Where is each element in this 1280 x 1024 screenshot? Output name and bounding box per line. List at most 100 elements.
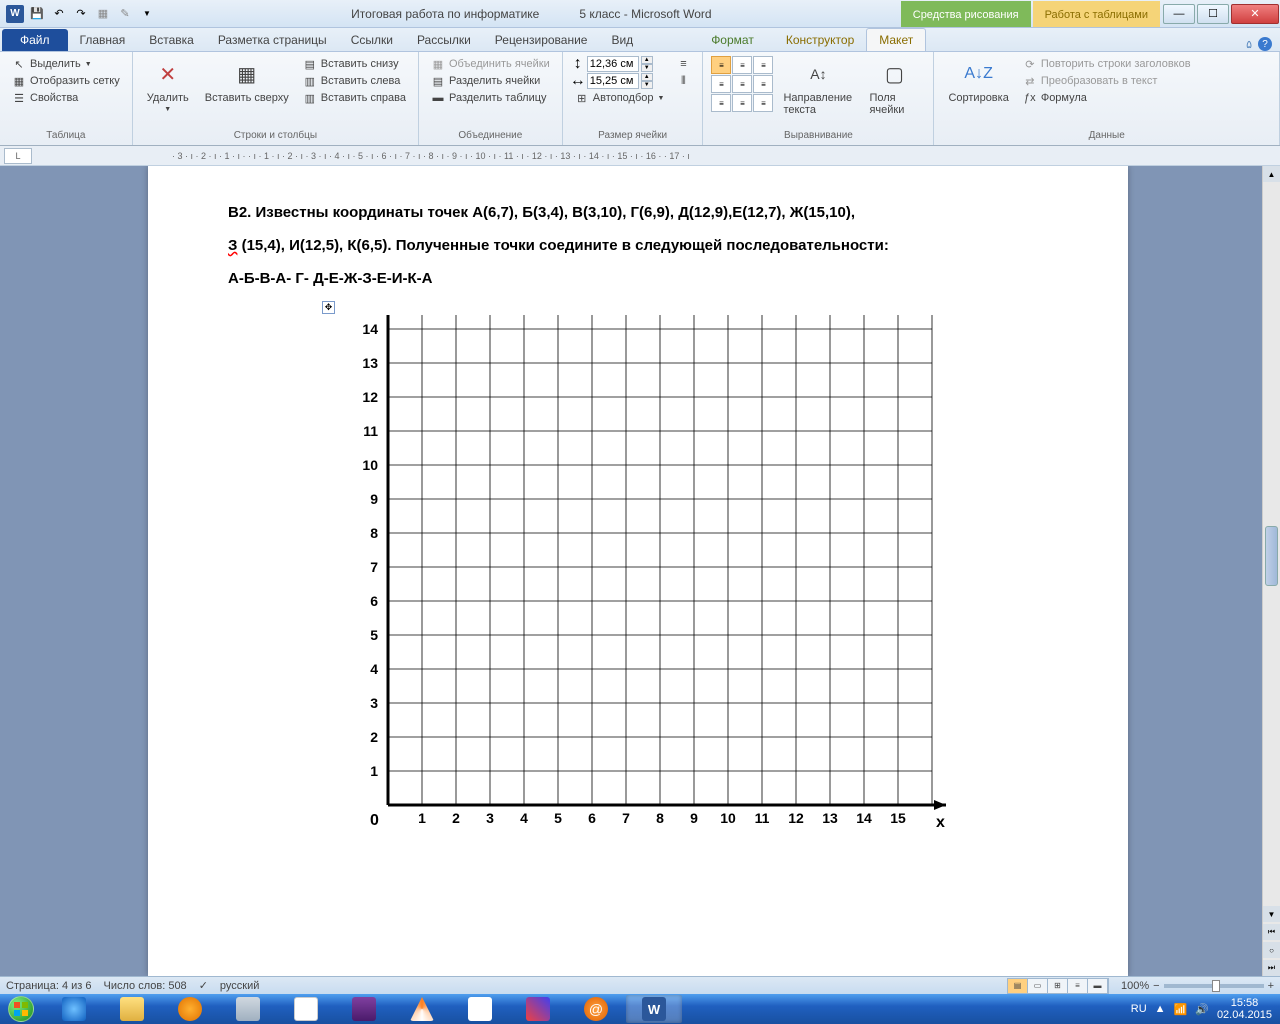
- scroll-up-button[interactable]: ▲: [1263, 166, 1280, 182]
- zoom-slider[interactable]: [1164, 984, 1264, 988]
- tray-volume-icon[interactable]: 🔊: [1195, 1003, 1209, 1016]
- zoom-level[interactable]: 100%: [1121, 980, 1149, 992]
- start-button[interactable]: [0, 994, 42, 1024]
- tab-selector[interactable]: L: [4, 148, 32, 164]
- reading-view[interactable]: ▭: [1028, 979, 1048, 993]
- zoom-in-button[interactable]: +: [1268, 980, 1274, 992]
- prev-page-button[interactable]: ⏮: [1263, 924, 1280, 940]
- align-ml[interactable]: ≡: [711, 75, 731, 93]
- taskbar-explorer[interactable]: [104, 995, 160, 1023]
- taskbar-app[interactable]: [162, 995, 218, 1023]
- cell-margins-button[interactable]: ▢ Поля ячейки: [863, 56, 925, 118]
- tray-language[interactable]: RU: [1131, 1003, 1147, 1015]
- scroll-down-button[interactable]: ▼: [1263, 906, 1280, 922]
- insert-above-icon: ▦: [231, 58, 263, 90]
- next-page-button[interactable]: ⏭: [1263, 960, 1280, 976]
- close-button[interactable]: ✕: [1231, 4, 1279, 24]
- align-tl[interactable]: ≡: [711, 56, 731, 74]
- text-direction-button[interactable]: A↕ Направление текста: [777, 56, 859, 118]
- svg-text:8: 8: [656, 810, 664, 826]
- spell-check-icon[interactable]: ✓: [199, 979, 208, 992]
- tab-references[interactable]: Ссылки: [339, 29, 405, 51]
- word-app-icon[interactable]: W: [6, 5, 24, 23]
- qat-icon[interactable]: ✎: [116, 5, 134, 23]
- word-count[interactable]: Число слов: 508: [104, 980, 187, 992]
- draft-view[interactable]: ▬: [1088, 979, 1108, 993]
- delete-button[interactable]: ✕ Удалить▼: [141, 56, 195, 115]
- qat-icon[interactable]: ▦: [94, 5, 112, 23]
- insert-left-button[interactable]: ▥Вставить слева: [299, 73, 410, 89]
- tab-home[interactable]: Главная: [68, 29, 138, 51]
- show-gridlines-button[interactable]: ▦Отобразить сетку: [8, 73, 124, 89]
- document-page[interactable]: В2. Известны координаты точек А(6,7), Б(…: [148, 166, 1128, 976]
- minimize-button[interactable]: —: [1163, 4, 1195, 24]
- align-br[interactable]: ≡: [753, 94, 773, 112]
- autofit-button[interactable]: ⊞Автоподбор ▼: [571, 90, 669, 106]
- align-tr[interactable]: ≡: [753, 56, 773, 74]
- help-icon[interactable]: ?: [1258, 37, 1272, 51]
- redo-icon[interactable]: ↷: [72, 5, 90, 23]
- insert-right-button[interactable]: ▥Вставить справа: [299, 90, 410, 106]
- browse-object-button[interactable]: ○: [1263, 942, 1280, 958]
- tray-network-icon[interactable]: 📶: [1174, 1003, 1188, 1016]
- distribute-rows-button[interactable]: ≡: [672, 56, 694, 72]
- taskbar-app[interactable]: @: [568, 995, 624, 1023]
- web-view[interactable]: ⊞: [1048, 979, 1068, 993]
- minimize-ribbon-icon[interactable]: ۵: [1246, 38, 1252, 51]
- svg-text:2: 2: [370, 729, 378, 745]
- align-bc[interactable]: ≡: [732, 94, 752, 112]
- align-mr[interactable]: ≡: [753, 75, 773, 93]
- taskbar-app[interactable]: [510, 995, 566, 1023]
- col-width-input[interactable]: ↔▲▼: [571, 73, 669, 89]
- language-indicator[interactable]: русский: [220, 980, 259, 992]
- group-rows-columns: ✕ Удалить▼ ▦ Вставить сверху ▤Вставить с…: [133, 52, 419, 145]
- scroll-thumb[interactable]: [1265, 526, 1278, 586]
- split-cells-button[interactable]: ▤Разделить ячейки: [427, 73, 554, 89]
- vertical-scrollbar[interactable]: ▲ ▼ ⏮ ○ ⏭: [1262, 166, 1280, 976]
- tab-view[interactable]: Вид: [599, 29, 645, 51]
- sort-button[interactable]: A↓Z Сортировка: [942, 56, 1014, 106]
- qat-dropdown-icon[interactable]: ▼: [138, 5, 156, 23]
- tray-clock[interactable]: 15:58 02.04.2015: [1217, 997, 1272, 1021]
- maximize-button[interactable]: ☐: [1197, 4, 1229, 24]
- group-label: Выравнивание: [711, 128, 925, 141]
- tab-page-layout[interactable]: Разметка страницы: [206, 29, 339, 51]
- row-height-input[interactable]: ↕▲▼: [571, 56, 669, 72]
- split-table-button[interactable]: ▬Разделить таблицу: [427, 90, 554, 106]
- print-layout-view[interactable]: ▤: [1008, 979, 1028, 993]
- tab-mailings[interactable]: Рассылки: [405, 29, 483, 51]
- taskbar-vlc[interactable]: [394, 995, 450, 1023]
- group-label: Строки и столбцы: [141, 128, 410, 141]
- taskbar-ie[interactable]: [46, 995, 102, 1023]
- tab-format[interactable]: Формат: [699, 29, 766, 51]
- taskbar-app[interactable]: [336, 995, 392, 1023]
- distribute-cols-button[interactable]: ⦀: [672, 73, 694, 89]
- ie-icon: [62, 997, 86, 1021]
- page-indicator[interactable]: Страница: 4 из 6: [6, 980, 92, 992]
- taskbar-word[interactable]: W: [626, 995, 682, 1023]
- tray-flag-icon[interactable]: ▲: [1155, 1003, 1166, 1015]
- file-tab[interactable]: Файл: [2, 29, 68, 51]
- save-icon[interactable]: 💾: [28, 5, 46, 23]
- insert-below-button[interactable]: ▤Вставить снизу: [299, 56, 410, 72]
- tab-review[interactable]: Рецензирование: [483, 29, 600, 51]
- taskbar-app[interactable]: [452, 995, 508, 1023]
- zoom-out-button[interactable]: −: [1153, 980, 1159, 992]
- properties-button[interactable]: ☰Свойства: [8, 90, 124, 106]
- tab-insert[interactable]: Вставка: [137, 29, 206, 51]
- align-bl[interactable]: ≡: [711, 94, 731, 112]
- table-move-handle[interactable]: ✥: [322, 301, 335, 314]
- taskbar-app[interactable]: [220, 995, 276, 1023]
- tab-layout-table[interactable]: Макет: [866, 28, 926, 51]
- formula-button[interactable]: ƒxФормула: [1019, 90, 1195, 106]
- horizontal-ruler[interactable]: · 3 · ı · 2 · ı · 1 · ı · · ı · 1 · ı · …: [36, 151, 1280, 161]
- align-tc[interactable]: ≡: [732, 56, 752, 74]
- outline-view[interactable]: ≡: [1068, 979, 1088, 993]
- undo-icon[interactable]: ↶: [50, 5, 68, 23]
- align-mc[interactable]: ≡: [732, 75, 752, 93]
- insert-above-button[interactable]: ▦ Вставить сверху: [199, 56, 295, 106]
- taskbar-app[interactable]: [278, 995, 334, 1023]
- tab-constructor[interactable]: Конструктор: [774, 29, 866, 51]
- coordinate-grid[interactable]: 1234567891011121314151234567891011121314…: [338, 315, 948, 845]
- select-button[interactable]: ↖Выделить ▼: [8, 56, 124, 72]
